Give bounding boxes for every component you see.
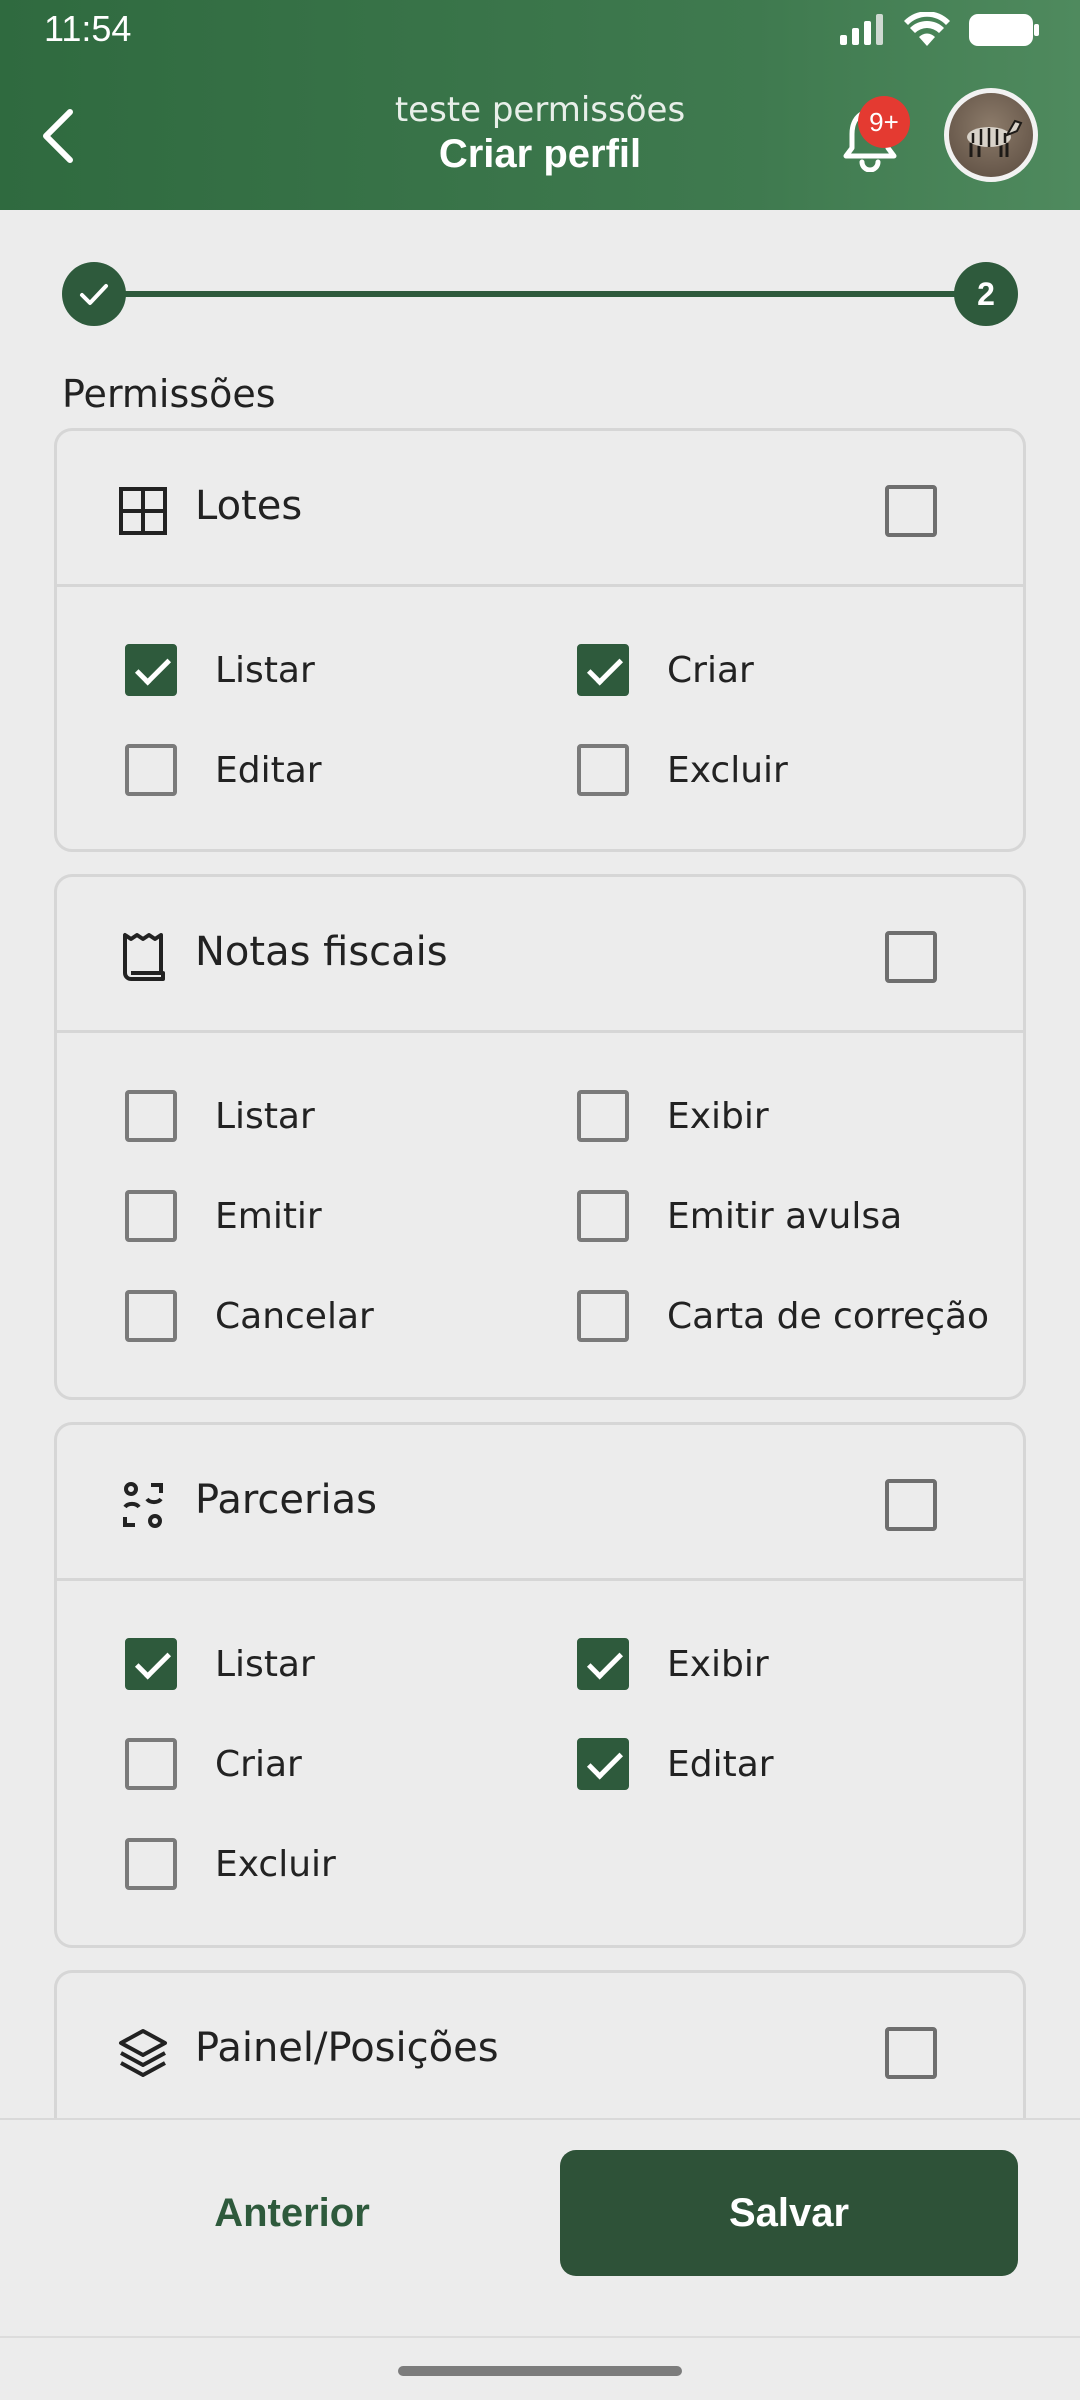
- checkbox[interactable]: [577, 1190, 629, 1242]
- permission-label: Emitir: [215, 1195, 322, 1237]
- card-header[interactable]: Notas fiscais: [57, 877, 1023, 1033]
- checkbox[interactable]: [577, 1738, 629, 1790]
- checkbox[interactable]: [577, 1290, 629, 1342]
- permission-item[interactable]: Carta de correção: [577, 1289, 989, 1343]
- step-2-current: 2: [954, 262, 1018, 326]
- check-icon: [80, 284, 108, 305]
- checkbox[interactable]: [125, 1090, 177, 1142]
- checkbox[interactable]: [125, 644, 177, 696]
- checkbox[interactable]: [125, 1838, 177, 1890]
- permissions-list[interactable]: Lotes Listar Criar Editar Excluir Notas …: [0, 420, 1080, 2118]
- permission-label: Excluir: [215, 1843, 336, 1885]
- page-title: Criar perfil: [438, 132, 642, 176]
- status-time: 11:54: [44, 8, 132, 49]
- permission-item[interactable]: Exibir: [577, 1089, 769, 1143]
- permission-item[interactable]: Exibir: [577, 1637, 769, 1691]
- permission-item[interactable]: Emitir avulsa: [577, 1189, 902, 1243]
- card-header[interactable]: Parcerias: [57, 1425, 1023, 1581]
- stepper: 2: [62, 262, 1018, 326]
- checkbox[interactable]: [577, 744, 629, 796]
- select-all-checkbox[interactable]: [885, 485, 937, 537]
- notification-badge: 9+: [858, 96, 910, 148]
- permission-label: Listar: [215, 649, 315, 691]
- permission-item[interactable]: Editar: [577, 1737, 774, 1791]
- checkbox[interactable]: [125, 1738, 177, 1790]
- select-all-checkbox[interactable]: [885, 1479, 937, 1531]
- previous-button[interactable]: Anterior: [62, 2150, 522, 2276]
- partners-icon: [123, 1482, 163, 1528]
- select-all-checkbox[interactable]: [885, 2027, 937, 2079]
- nav-divider: [0, 2336, 1080, 2338]
- permission-label: Criar: [215, 1743, 302, 1785]
- receipt-icon: [123, 933, 165, 981]
- permission-item[interactable]: Excluir: [125, 1837, 336, 1891]
- permission-item[interactable]: Editar: [125, 743, 322, 797]
- permission-label: Emitir avulsa: [667, 1195, 903, 1237]
- card-header[interactable]: Painel/Posições: [57, 1973, 1023, 2118]
- permission-item[interactable]: Listar: [125, 1637, 315, 1691]
- permission-card-lotes: Lotes Listar Criar Editar Excluir: [54, 428, 1026, 852]
- checkbox[interactable]: [125, 1290, 177, 1342]
- checkbox[interactable]: [125, 1190, 177, 1242]
- select-all-checkbox[interactable]: [885, 931, 937, 983]
- permission-label: Cancelar: [215, 1295, 374, 1337]
- save-button[interactable]: Salvar: [560, 2150, 1018, 2276]
- permission-card-notas-fiscais: Notas fiscais Listar Exibir Emitir Emiti…: [54, 874, 1026, 1400]
- signal-icon: [840, 14, 883, 45]
- stepper-line: [102, 291, 978, 297]
- card-title: Painel/Posições: [195, 2025, 499, 2071]
- permission-label: Criar: [667, 649, 754, 691]
- permission-item[interactable]: Listar: [125, 1089, 315, 1143]
- permission-item[interactable]: Criar: [125, 1737, 302, 1791]
- avatar[interactable]: [944, 88, 1038, 182]
- permission-card-parcerias: Parcerias Listar Exibir Criar Editar Exc…: [54, 1422, 1026, 1948]
- app-header: 11:54 teste permissões Criar perfil 9+: [0, 0, 1080, 210]
- permission-item[interactable]: Listar: [125, 643, 315, 697]
- checkbox[interactable]: [577, 644, 629, 696]
- card-title: Notas fiscais: [195, 929, 448, 975]
- permission-label: Excluir: [667, 749, 788, 791]
- step-1-completed: [62, 262, 126, 326]
- permission-item[interactable]: Cancelar: [125, 1289, 374, 1343]
- grid-icon: [119, 487, 167, 535]
- battery-icon: [969, 14, 1039, 46]
- home-indicator[interactable]: [398, 2366, 682, 2376]
- permission-item[interactable]: Criar: [577, 643, 754, 697]
- status-icons: [838, 12, 1040, 48]
- permission-card-painel-posicoes: Painel/Posições: [54, 1970, 1026, 2118]
- permission-item[interactable]: Emitir: [125, 1189, 322, 1243]
- zebra-icon: [967, 119, 1023, 157]
- permission-label: Listar: [215, 1643, 315, 1685]
- section-title: Permissões: [62, 372, 276, 416]
- permission-label: Exibir: [667, 1095, 769, 1137]
- header-titles: teste permissões Criar perfil: [0, 90, 1080, 177]
- bottom-action-bar: Anterior Salvar: [0, 2118, 1080, 2336]
- checkbox[interactable]: [125, 744, 177, 796]
- card-header[interactable]: Lotes: [57, 431, 1023, 587]
- checkbox[interactable]: [577, 1638, 629, 1690]
- wifi-icon: [904, 12, 950, 46]
- permission-label: Editar: [667, 1743, 774, 1785]
- permission-label: Editar: [215, 749, 322, 791]
- permission-label: Carta de correção: [667, 1295, 990, 1337]
- permission-item[interactable]: Excluir: [577, 743, 788, 797]
- checkbox[interactable]: [577, 1090, 629, 1142]
- header-subtitle: teste permissões: [394, 90, 686, 130]
- card-title: Parcerias: [195, 1477, 377, 1523]
- checkbox[interactable]: [125, 1638, 177, 1690]
- permission-label: Exibir: [667, 1643, 769, 1685]
- layers-icon: [119, 2029, 167, 2077]
- permission-label: Listar: [215, 1095, 315, 1137]
- card-title: Lotes: [195, 483, 303, 529]
